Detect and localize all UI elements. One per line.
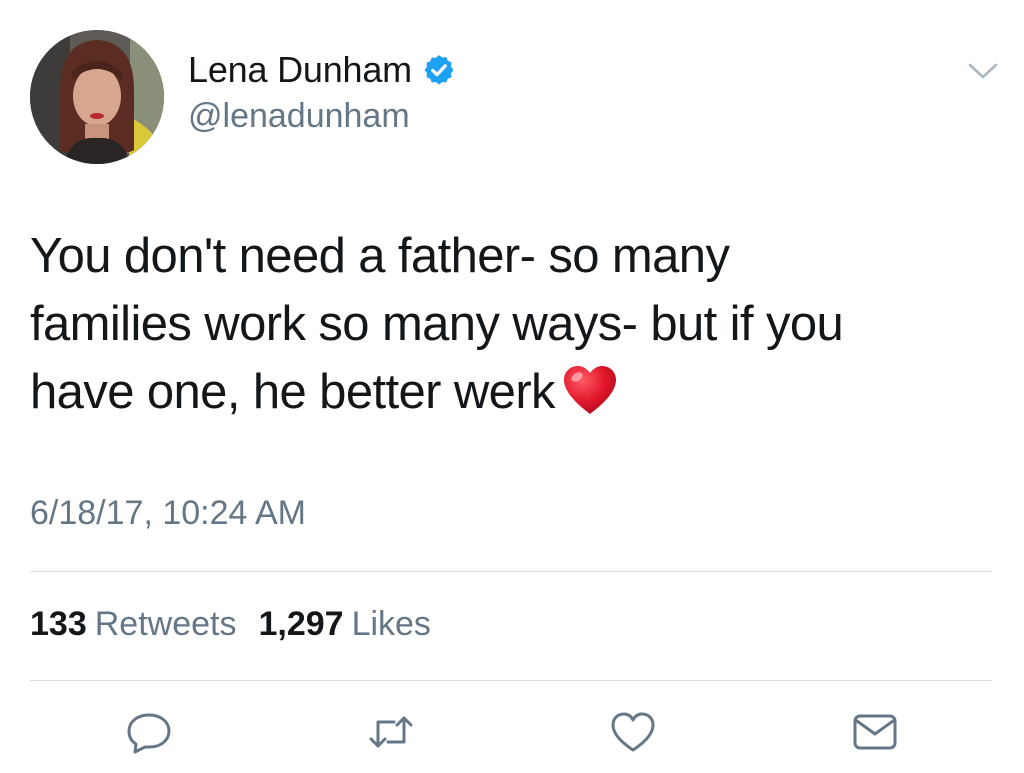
like-icon[interactable]: [609, 710, 657, 754]
tweet-timestamp[interactable]: 6/18/17, 10:24 AM: [30, 494, 306, 533]
tweet-text-line: You don't need a father- so many: [30, 229, 730, 283]
engagement-stats: 133 Retweets 1,297 Likes: [30, 605, 431, 644]
reply-icon[interactable]: [125, 710, 173, 754]
divider: [30, 680, 992, 681]
chevron-down-icon[interactable]: [966, 60, 1000, 82]
likes-count: 1,297: [258, 605, 344, 643]
retweets-stat[interactable]: 133 Retweets: [30, 605, 236, 644]
tweet-text-line: families work so many ways- but if you: [30, 297, 844, 351]
divider: [30, 571, 992, 572]
retweets-count: 133: [30, 605, 87, 643]
retweet-icon[interactable]: [367, 710, 415, 754]
display-name[interactable]: Lena Dunham: [188, 49, 412, 91]
retweets-label: Retweets: [94, 605, 237, 643]
direct-message-icon[interactable]: [851, 710, 899, 754]
likes-stat[interactable]: 1,297 Likes: [258, 605, 430, 644]
tweet-text-line-last: have one, he better werk: [30, 358, 990, 426]
author-name-row[interactable]: Lena Dunham: [188, 49, 456, 91]
likes-label: Likes: [351, 605, 431, 643]
tweet-card: Lena Dunham @lenadunham You don't need a…: [0, 0, 1024, 773]
avatar-photo: [30, 30, 164, 164]
tweet-text-line: have one, he better werk: [30, 365, 556, 419]
tweet-text: You don't need a father- so many familie…: [30, 222, 990, 426]
red-heart-emoji-icon: [563, 366, 616, 414]
author-handle[interactable]: @lenadunham: [188, 97, 410, 136]
verified-badge-icon: [424, 55, 454, 85]
avatar[interactable]: [30, 30, 164, 164]
